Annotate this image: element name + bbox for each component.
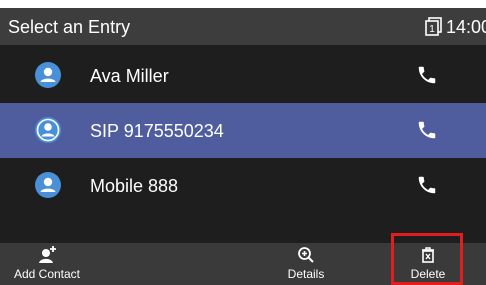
list-item[interactable]: Ava Miller <box>0 48 486 103</box>
add-contact-icon <box>39 246 56 263</box>
phone-icon[interactable] <box>416 64 438 86</box>
highlight-box <box>391 233 463 285</box>
clock: 14:00 <box>446 17 486 37</box>
details-label: Details <box>287 267 325 281</box>
entry-list: Ava Miller SIP 9175550234 Mobile 888 <box>0 45 486 243</box>
contact-avatar-icon <box>35 117 61 143</box>
zoom-in-icon <box>298 247 314 263</box>
entry-name: SIP 9175550234 <box>90 121 224 141</box>
page-title: Select an Entry <box>8 17 131 37</box>
phone-icon[interactable] <box>416 119 438 141</box>
contact-avatar-icon <box>35 172 61 198</box>
svg-text:1: 1 <box>429 24 435 35</box>
list-item-selected[interactable]: SIP 9175550234 <box>0 103 486 158</box>
entry-name: Ava Miller <box>90 66 169 86</box>
list-item[interactable]: Mobile 888 <box>0 158 486 213</box>
phone-icon[interactable] <box>416 174 438 196</box>
status-bar: Select an Entry 1 14:00 <box>0 8 486 45</box>
add-contact-label: Add Contact <box>13 267 81 281</box>
contact-avatar-icon <box>35 62 61 88</box>
entry-name: Mobile 888 <box>90 176 179 196</box>
line-icon: 1 <box>425 17 442 36</box>
details-button[interactable]: Details <box>276 243 336 285</box>
add-contact-button[interactable]: Add Contact <box>10 243 84 285</box>
